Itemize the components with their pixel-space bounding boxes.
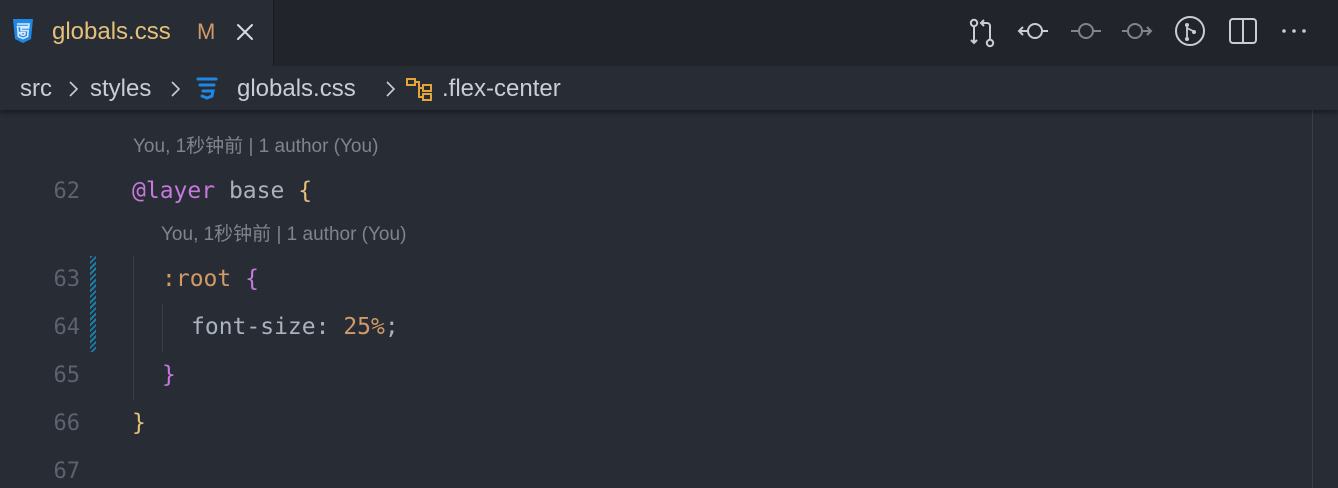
- open-brace: {: [245, 266, 259, 292]
- git-blame-codelens[interactable]: You, 1秒钟前 | 1 author (You): [133, 135, 378, 159]
- split-editor-icon[interactable]: [1226, 16, 1260, 50]
- line-number: 62: [53, 179, 81, 204]
- editor-tab-bar: globals.css M: [0, 0, 1338, 66]
- code-line-63[interactable]: :root {: [162, 264, 259, 294]
- breadcrumb-item-symbol[interactable]: .flex-center: [442, 74, 561, 104]
- chevron-right-icon: [171, 81, 181, 97]
- line-number: 66: [53, 411, 81, 436]
- breadcrumb: src styles globals.css .flex-center: [0, 66, 1338, 110]
- source-control-graph-icon[interactable]: [1173, 16, 1207, 50]
- code-line-64[interactable]: font-size: 25%;: [191, 312, 399, 342]
- vertical-scrollbar[interactable]: [1312, 110, 1338, 488]
- css-file-icon: [196, 77, 218, 100]
- code-line-62[interactable]: @layer base {: [132, 176, 312, 206]
- line-number: 64: [53, 315, 81, 340]
- property-value: 25%: [343, 314, 385, 340]
- breadcrumb-item-file[interactable]: globals.css: [237, 74, 356, 104]
- indent-guide: [162, 304, 163, 352]
- selector: :root: [162, 266, 232, 292]
- code-line-66[interactable]: }: [132, 408, 146, 438]
- next-change-icon[interactable]: [1120, 16, 1154, 50]
- compare-changes-icon[interactable]: [965, 16, 999, 50]
- more-actions-icon[interactable]: [1277, 16, 1311, 50]
- breadcrumb-item-styles[interactable]: styles: [90, 74, 151, 104]
- editor-actions: [0, 16, 1338, 50]
- symbol-class-icon: [406, 78, 432, 101]
- line-number: 67: [53, 459, 81, 484]
- code-editor[interactable]: You, 1秒钟前 | 1 author (You) 62 @layer bas…: [0, 110, 1312, 488]
- property-name: font-size: [191, 314, 316, 340]
- previous-change-icon[interactable]: [1016, 16, 1050, 50]
- breadcrumb-item-src[interactable]: src: [20, 74, 52, 104]
- code-line-65[interactable]: }: [162, 360, 176, 390]
- indent-guide: [133, 256, 134, 400]
- semicolon: ;: [384, 314, 399, 340]
- line-number: 63: [53, 267, 81, 292]
- git-blame-codelens[interactable]: You, 1秒钟前 | 1 author (You): [161, 223, 406, 247]
- open-brace: {: [298, 178, 313, 204]
- chevron-right-icon: [386, 81, 396, 97]
- chevron-right-icon: [69, 81, 79, 97]
- at-rule-keyword: @layer: [132, 178, 216, 204]
- git-modified-gutter[interactable]: [90, 256, 96, 352]
- colon: :: [315, 314, 344, 340]
- line-number: 65: [53, 363, 81, 388]
- commit-timeline-icon[interactable]: [1069, 16, 1103, 50]
- layer-name: base: [215, 178, 299, 204]
